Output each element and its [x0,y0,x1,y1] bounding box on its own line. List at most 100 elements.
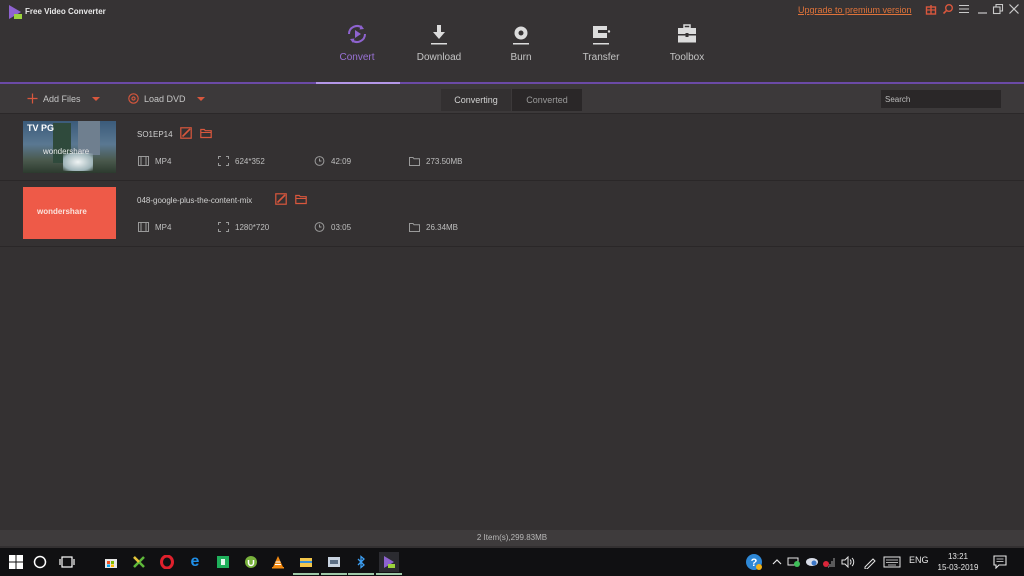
folder-icon [409,223,420,232]
toolbar: Add Files Load DVD Converting Converted [0,84,1024,114]
clock[interactable]: 13:21 15-03-2019 [934,551,982,573]
transfer-icon [593,26,611,45]
cortana-icon[interactable] [30,552,50,572]
load-dvd-button[interactable]: Load DVD [128,93,205,104]
duration-info: 42:09 [314,156,351,166]
taskbar: e ? ENG 13:21 15-03-2019 [0,548,1024,576]
app-box-icon[interactable] [321,552,347,575]
file-name: 048-google-plus-the-content-mix [137,196,253,205]
status-bar: 2 Item(s),299.83MB [0,530,1024,546]
burn-icon [513,26,529,45]
format-info: MP4 [138,156,171,166]
wifi-disconnected-icon[interactable] [819,552,839,572]
search-input[interactable] [881,90,1001,108]
folder-open-icon[interactable] [295,193,307,205]
size-value: 26.34MB [426,222,459,232]
gift-icon[interactable] [925,3,937,15]
language-indicator[interactable]: ENG [909,555,929,565]
add-files-label: Add Files [43,93,81,104]
size-info: 273.50MB [409,156,462,166]
app-green-icon[interactable] [213,552,233,572]
tab-convert[interactable]: Convert [330,22,384,82]
app-logo-icon [9,5,22,19]
opera-icon[interactable] [157,552,177,572]
watermark: wondershare [37,207,87,216]
tab-download[interactable]: Download [412,22,466,82]
download-icon [431,25,447,45]
format-info: MP4 [138,222,171,232]
edit-icon[interactable] [275,193,287,205]
resolution-info: 1280*720 [218,222,269,232]
convert-icon [348,25,366,43]
tab-toolbox-label: Toolbox [669,52,705,63]
resize-icon [218,156,229,166]
tab-converted[interactable]: Converted [512,89,582,111]
film-icon [138,222,149,232]
upgrade-link[interactable]: Upgrade to premium version [798,5,912,15]
load-dvd-label: Load DVD [144,93,186,104]
file-explorer-icon[interactable] [293,552,319,575]
bluetooth-app-icon[interactable] [348,552,374,575]
start-icon[interactable] [6,552,26,572]
help-icon[interactable]: ? [744,552,764,572]
add-files-dropdown-icon[interactable] [91,96,100,101]
file-row[interactable]: TV PG wondershare SO1EP14 MP4 624*352 42… [0,115,1024,181]
size-value: 273.50MB [426,156,463,166]
video-converter-icon[interactable] [376,552,402,575]
size-info: 26.34MB [409,222,458,232]
store-icon[interactable] [101,552,121,572]
watermark: wondershare [43,147,90,156]
duration-value: 03:05 [331,222,352,232]
tab-toolbox[interactable]: Toolbox [660,22,714,82]
add-files-button[interactable]: Add Files [27,93,100,104]
film-icon [138,156,149,166]
tab-burn-label: Burn [510,52,532,63]
plus-icon [27,93,38,104]
vlc-icon[interactable] [268,552,288,572]
notifications-icon[interactable] [990,552,1010,572]
minimize-icon[interactable] [977,3,989,15]
toolbox-icon [678,24,696,43]
file-name: SO1EP14 [137,130,173,139]
tab-convert-label: Convert [339,52,375,63]
dvd-icon [128,93,139,104]
menu-icon[interactable] [958,3,970,15]
folder-icon [409,157,420,166]
tab-transfer-label: Transfer [582,52,620,63]
tray-battery-icon[interactable] [784,552,804,572]
edit-icon[interactable] [180,127,192,139]
file-row[interactable]: wondershare 048-google-plus-the-content-… [0,181,1024,247]
xmind-icon[interactable] [129,552,149,572]
search-icon[interactable] [942,3,954,15]
video-thumbnail: wondershare [23,187,116,239]
load-dvd-dropdown-icon[interactable] [196,96,205,101]
duration-info: 03:05 [314,222,351,232]
title-bar: Free Video Converter Upgrade to premium … [0,0,1024,82]
tab-transfer[interactable]: Transfer [574,22,628,82]
app-window: Free Video Converter Upgrade to premium … [0,0,1024,546]
tv-rating-badge: TV PG [27,123,55,133]
resolution-value: 1280*720 [235,222,270,232]
resize-icon [218,222,229,232]
keyboard-icon[interactable] [882,552,902,572]
app-title: Free Video Converter [25,7,106,16]
clock-icon [314,222,325,232]
duration-value: 42:09 [331,156,352,166]
tab-download-label: Download [416,52,462,63]
folder-open-icon[interactable] [200,127,212,139]
resolution-value: 624*352 [235,156,265,166]
edge-icon[interactable]: e [185,552,205,572]
video-thumbnail: TV PG wondershare [23,121,116,173]
format-value: MP4 [155,222,172,232]
task-view-icon[interactable] [57,552,77,572]
tab-converting[interactable]: Converting [441,89,511,111]
tab-burn[interactable]: Burn [494,22,548,82]
pen-icon[interactable] [860,552,880,572]
volume-icon[interactable] [838,552,858,572]
utorrent-icon[interactable] [241,552,261,572]
clock-time: 13:21 [947,552,969,561]
close-icon[interactable] [1008,3,1020,15]
resolution-info: 624*352 [218,156,265,166]
format-value: MP4 [155,156,172,166]
restore-icon[interactable] [992,3,1004,15]
